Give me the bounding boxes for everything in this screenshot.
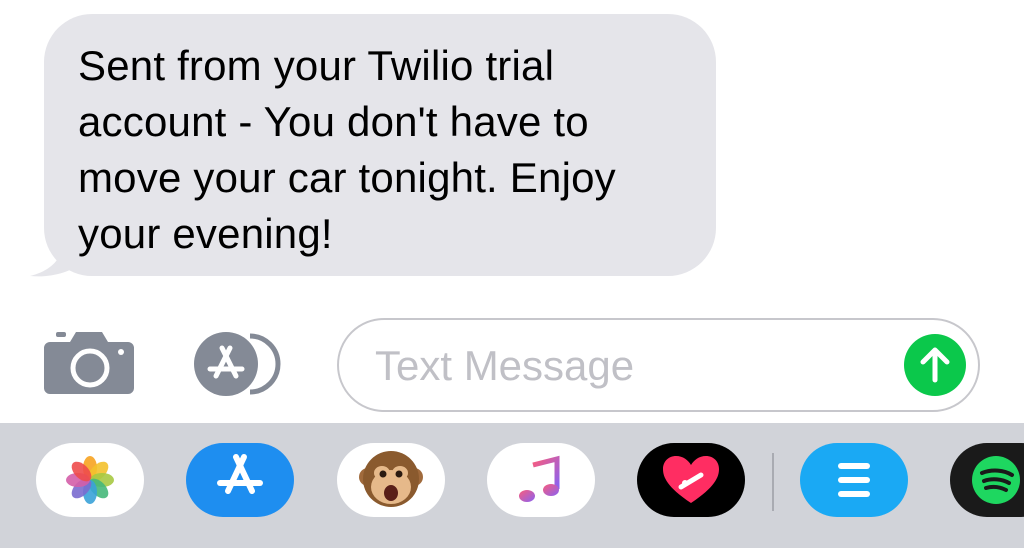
incoming-message-bubble: Sent from your Twilio trial account - Yo…: [44, 14, 716, 276]
animoji-monkey-icon: [359, 451, 423, 507]
app-store-app-button[interactable]: [186, 443, 294, 517]
music-app-button[interactable]: [487, 443, 595, 517]
message-text: Sent from your Twilio trial account - Yo…: [78, 42, 616, 257]
more-apps-button[interactable]: [800, 443, 908, 517]
arrow-up-icon: [920, 347, 950, 383]
music-icon: [519, 455, 560, 502]
app-drawer: [0, 423, 1024, 548]
photos-icon: [66, 456, 114, 504]
digital-touch-icon: [663, 456, 719, 503]
drawer-separator: [772, 453, 774, 511]
message-input[interactable]: Text Message: [337, 318, 980, 412]
send-button[interactable]: [904, 334, 966, 396]
spotify-icon: [972, 456, 1020, 504]
digital-touch-app-button[interactable]: [637, 443, 745, 517]
message-input-placeholder: Text Message: [375, 342, 635, 389]
app-list-icon: [838, 463, 870, 497]
app-store-button-icon[interactable]: [190, 330, 292, 398]
photos-app-button[interactable]: [36, 443, 144, 517]
app-store-icon: [217, 454, 263, 494]
spotify-app-button[interactable]: [950, 443, 1024, 517]
animoji-app-button[interactable]: [337, 443, 445, 517]
camera-icon[interactable]: [44, 328, 136, 396]
